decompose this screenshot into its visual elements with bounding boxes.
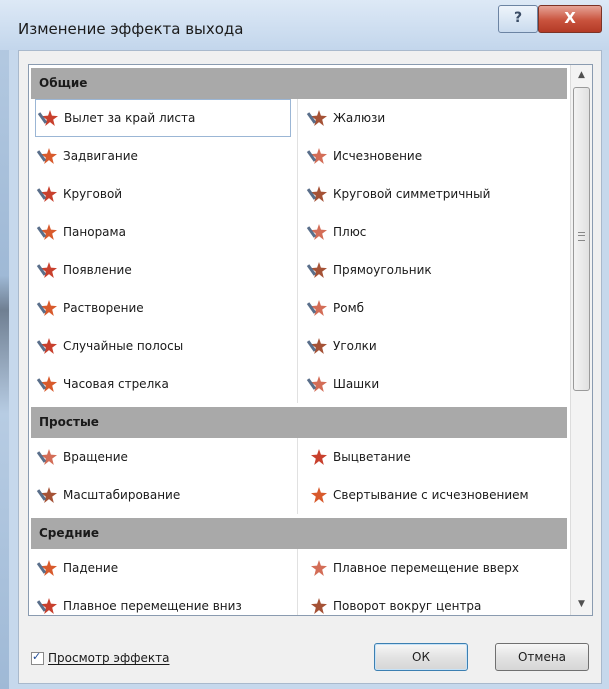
effect-label: Часовая стрелка [63,377,169,391]
fade-star-icon [311,449,327,465]
effect-item[interactable]: Часовая стрелка [35,365,291,403]
effect-label: Шашки [333,377,380,391]
effect-label: Плавное перемещение вверх [333,561,519,575]
effect-grid: Падение Плавное перемещение вверх Плавное … [29,549,569,615]
effect-item[interactable]: Ромб [305,289,561,327]
diamond-star-icon [306,186,327,202]
group-header: Средние [31,518,567,549]
effect-label: Круговой [63,187,123,201]
effect-grid: Вылет за край листа Жалюзи Задвигание Исчез… [29,99,569,403]
effect-item[interactable]: Плюс [305,213,561,251]
effect-item[interactable]: Падение [35,549,291,587]
effect-item[interactable]: Круговой симметричный [305,175,561,213]
peek-star-icon [36,224,57,240]
effect-label: Панорама [63,225,126,239]
effects-list-content: Общие Вылет за край листа Жалюзи Задвигание… [29,65,569,615]
effect-grid: Вращение Выцветание Масштабирование Свертыв… [29,438,569,514]
effect-label: Круговой симметричный [333,187,491,201]
preview-effect-checkbox[interactable] [31,650,44,665]
disappear-star-icon [306,148,327,164]
effect-item[interactable]: Прямоугольник [305,251,561,289]
effect-item[interactable]: Плавное перемещение вверх [305,549,561,587]
zoom-star-icon [36,487,57,503]
effect-item[interactable]: Жалюзи [305,99,561,137]
crawl-star-icon [36,148,57,164]
effect-item[interactable]: Поворот вокруг центра [305,587,561,615]
collapse-star-icon [311,487,327,503]
ok-button[interactable]: ОК [374,643,468,671]
dissolve-star-icon [36,300,57,316]
effect-label: Поворот вокруг центра [333,599,482,613]
appear-star-icon [36,262,57,278]
plus-star-icon [306,224,327,240]
dialog-body: Общие Вылет за край листа Жалюзи Задвигание… [18,50,602,684]
effect-label: Вращение [63,450,128,464]
effect-item[interactable]: Появление [35,251,291,289]
effect-label: Масштабирование [63,488,181,502]
float-down-star-icon [36,598,57,614]
effect-item[interactable]: Вращение [35,438,291,476]
scroll-thumb[interactable] [573,87,590,391]
effect-item[interactable]: Выцветание [305,438,561,476]
wheel-star-icon [36,376,57,392]
effect-label: Прямоугольник [333,263,432,277]
effect-label: Вылет за край листа [64,111,196,125]
exit-effect-dialog: Изменение эффекта выхода ? X Общие Вылет … [0,0,609,689]
flyout-star-icon [37,110,58,126]
float-up-star-icon [311,560,327,576]
effect-item[interactable]: Вылет за край листа [35,99,291,137]
preview-effect-checkbox-row[interactable]: Просмотр эффекта [31,650,170,665]
help-button[interactable]: ? [498,5,538,33]
scroll-down-icon[interactable]: ▼ [573,596,590,613]
scroll-up-icon[interactable]: ▲ [573,67,590,84]
effect-label: Жалюзи [333,111,386,125]
background-window-edge [0,0,9,689]
fall-star-icon [36,560,57,576]
effect-item[interactable]: Масштабирование [35,476,291,514]
effect-item[interactable]: Плавное перемещение вниз [35,587,291,615]
effect-label: Уголки [333,339,377,353]
blinds-star-icon [306,110,327,126]
box-star-icon [306,262,327,278]
group-header: Простые [31,407,567,438]
effect-label: Исчезновение [333,149,423,163]
effect-label: Задвигание [63,149,138,163]
title-bar[interactable]: Изменение эффекта выхода ? X [0,0,609,50]
vertical-scrollbar[interactable]: ▲ ▼ [570,65,592,615]
preview-effect-label: Просмотр эффекта [48,651,170,665]
effect-item[interactable]: Круговой [35,175,291,213]
effect-label: Плюс [333,225,367,239]
corners-star-icon [306,338,327,354]
effect-item[interactable]: Исчезновение [305,137,561,175]
cancel-button[interactable]: Отмена [495,643,589,671]
effect-item[interactable]: Случайные полосы [35,327,291,365]
pivot-star-icon [311,598,327,614]
effect-label: Падение [63,561,119,575]
effect-label: Ромб [333,301,365,315]
effects-list[interactable]: Общие Вылет за край листа Жалюзи Задвигание… [28,64,593,616]
effect-item[interactable]: Растворение [35,289,291,327]
effect-label: Появление [63,263,132,277]
close-button[interactable]: X [538,5,602,33]
grip-icon [578,232,585,241]
dialog-title: Изменение эффекта выхода [18,20,244,38]
checkerboard-star-icon [306,376,327,392]
effect-item[interactable]: Свертывание с исчезновением [305,476,561,514]
group-header: Общие [31,68,567,99]
effect-label: Свертывание с исчезновением [333,488,529,502]
effect-label: Случайные полосы [63,339,184,353]
rhombus-star-icon [306,300,327,316]
effect-label: Растворение [63,301,144,315]
effect-label: Выцветание [333,450,411,464]
spin-star-icon [36,449,57,465]
effect-item[interactable]: Уголки [305,327,561,365]
effect-item[interactable]: Шашки [305,365,561,403]
random-bars-star-icon [36,338,57,354]
circle-star-icon [36,186,57,202]
effect-item[interactable]: Панорама [35,213,291,251]
effect-label: Плавное перемещение вниз [63,599,242,613]
effect-item[interactable]: Задвигание [35,137,291,175]
